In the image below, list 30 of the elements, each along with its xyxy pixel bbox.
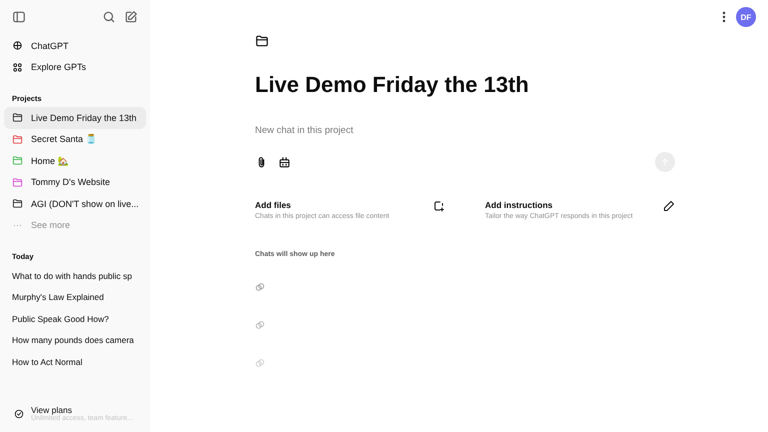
chat-input[interactable]: New chat in this project	[255, 125, 555, 136]
user-avatar[interactable]: DF	[736, 7, 756, 27]
chat-item[interactable]: Public Speak Good How?	[4, 308, 117, 330]
pencil-icon	[663, 200, 675, 212]
project-title: Live Demo Friday the 13th	[255, 72, 530, 98]
search-icon	[102, 10, 116, 24]
card-title[interactable]: Add instructions	[485, 200, 633, 210]
chat-item[interactable]: Murphy's Law Explained	[4, 286, 112, 308]
sidebar-item[interactable]: ChatGPT	[4, 35, 146, 56]
project-item[interactable]: Tommy D's Website	[4, 172, 146, 193]
project-item[interactable]: Live Demo Friday the 13th	[4, 107, 146, 128]
grid-icon	[12, 62, 23, 73]
card-title[interactable]: Add files	[255, 200, 390, 210]
chat-bubbles-icon	[255, 320, 265, 330]
more-icon[interactable]	[722, 11, 726, 23]
add-file-icon	[433, 200, 445, 212]
project-item[interactable]: Home 🏡	[4, 150, 146, 172]
chat-item[interactable]: How many pounds does camera	[4, 330, 142, 351]
project-item[interactable]: AGI (DON'T show on live...	[4, 193, 146, 214]
folder-icon	[255, 34, 269, 48]
chat-bubbles-icon	[255, 358, 265, 368]
sidebar-toggle-icon	[12, 10, 26, 24]
new-chat-icon	[124, 10, 138, 24]
sidebar-item[interactable]: Explore GPTs	[4, 56, 146, 78]
check-circle-icon	[14, 408, 24, 418]
view-plans-link[interactable]: View plans	[31, 405, 133, 415]
project-item[interactable]: Secret Santa 🫙	[4, 128, 146, 150]
chat-item[interactable]: What to do with hands public sp	[4, 265, 140, 286]
chat-bubbles-icon	[255, 282, 265, 292]
chat-item[interactable]: How to Act Normal	[4, 351, 90, 372]
